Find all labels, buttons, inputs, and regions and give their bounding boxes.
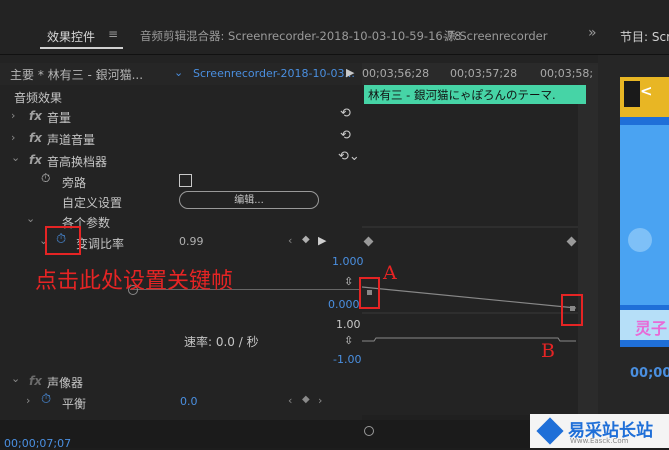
program-monitor: [598, 55, 669, 448]
balance-label: 平衡: [62, 397, 87, 411]
add-keyframe-icon[interactable]: ◆: [302, 394, 310, 405]
tab-effect-controls[interactable]: 效果控件: [47, 28, 95, 45]
collapse-panner-icon[interactable]: ⌄: [11, 372, 20, 385]
reset-icon[interactable]: ⟲: [340, 128, 351, 143]
effect-timeline: [362, 55, 598, 448]
fx-icon[interactable]: fx: [29, 131, 42, 145]
program-overlay-text: 灵子: [635, 319, 668, 338]
master-clip-selector[interactable]: 主要 * 林有三 - 銀河猫...: [10, 66, 143, 83]
velocity-min-label: -1.00: [333, 353, 362, 366]
watermark-url: Www.Easck.Com: [570, 437, 629, 445]
effect-panner[interactable]: 声像器: [47, 374, 83, 391]
timecode-1: 00;03;56;28: [362, 67, 430, 80]
watermark: 易采站长站 Www.Easck.Com: [530, 414, 669, 448]
add-keyframe-icon[interactable]: ◆: [302, 234, 310, 245]
timecode-2: 00;03;57;28: [450, 67, 518, 80]
value-min-label: 0.000: [328, 298, 360, 311]
balance-value[interactable]: 0.0: [180, 395, 198, 408]
reset-dropdown-icon[interactable]: ⟲⌄: [338, 149, 360, 164]
stopwatch-icon[interactable]: ⏱: [41, 171, 50, 186]
next-keyframe-icon[interactable]: ▶: [318, 234, 326, 247]
timeline-audio-clip[interactable]: 林有三 - 銀河猫にゃぽろんのテーマ.: [364, 85, 586, 104]
annotation-box-b: [561, 294, 583, 326]
velocity-label: 速率: 0.0 / 秒: [184, 335, 259, 349]
pitch-ratio-label: 变调比率: [76, 237, 125, 251]
annotation-label-a: A: [383, 262, 397, 284]
annotation-instruction: 点击此处设置关键帧: [35, 269, 234, 294]
effect-volume[interactable]: 音量: [47, 109, 71, 126]
fx-icon[interactable]: fx: [29, 153, 42, 167]
graph-toggle-icon[interactable]: ⇳: [344, 275, 353, 288]
expand-balance-icon[interactable]: ›: [26, 394, 30, 407]
top-strip: [0, 0, 669, 14]
previous-keyframe-icon[interactable]: ‹: [288, 234, 292, 247]
stopwatch-icon[interactable]: ⏱: [41, 392, 51, 407]
tab-source[interactable]: 源:Screenrecorder: [444, 28, 547, 44]
velocity-graph-toggle-icon[interactable]: ⇳: [344, 334, 353, 347]
fx-icon[interactable]: fx: [29, 109, 42, 123]
annotation-box-a: [359, 277, 380, 309]
chevron-down-icon[interactable]: ⌄: [174, 66, 183, 79]
tab-audio-clip-mixer[interactable]: 音频剪辑混合器: Screenrecorder-2018-10-03-10-59…: [140, 28, 461, 44]
expand-channel-volume-icon[interactable]: ›: [11, 131, 15, 144]
chevron-left-icon: <: [640, 82, 653, 100]
tab-menu-icon[interactable]: ≡: [108, 27, 118, 41]
expand-volume-icon[interactable]: ›: [11, 109, 15, 122]
timecode-3: 00;03;58;: [540, 67, 594, 80]
next-keyframe-icon[interactable]: ›: [318, 394, 322, 407]
program-timecode[interactable]: 00;00;: [630, 366, 669, 381]
bypass-checkbox[interactable]: [179, 174, 192, 187]
bypass-label: 旁路: [62, 176, 87, 190]
collapse-params-icon[interactable]: ⌄: [26, 212, 35, 225]
edit-button-label: 编辑...: [234, 195, 264, 206]
effect-channel-volume[interactable]: 声道音量: [47, 131, 95, 148]
fx-icon[interactable]: fx: [29, 374, 42, 388]
annotation-box-stopwatch: [45, 226, 81, 255]
previous-keyframe-icon[interactable]: ‹: [288, 394, 292, 407]
annotation-label-b: B: [541, 340, 555, 362]
edit-button[interactable]: 编辑...: [179, 191, 319, 209]
audio-effects-header: 音频效果: [14, 91, 63, 105]
value-max-label: 1.000: [332, 255, 364, 268]
pitch-ratio-value[interactable]: 0.99: [179, 235, 204, 248]
play-icon[interactable]: ▶: [346, 66, 354, 79]
active-tab-indicator: [40, 47, 123, 49]
effect-pitch-shifter[interactable]: 音高换档器: [47, 153, 107, 170]
current-timecode[interactable]: 00;00;07;07: [4, 437, 71, 450]
tab-overflow-icon[interactable]: »: [588, 25, 597, 41]
velocity-max-label: 1.00: [336, 318, 361, 331]
timeline-zoom-handle[interactable]: [364, 426, 374, 436]
clip-name-link[interactable]: Screenrecorder-2018-10-03...: [193, 67, 355, 80]
watermark-logo-icon: [536, 417, 564, 445]
timeline-clip-label: 林有三 - 銀河猫にゃぽろんのテーマ.: [368, 88, 556, 102]
collapse-pitch-shifter-icon[interactable]: ⌄: [11, 151, 20, 164]
reset-icon[interactable]: ⟲: [340, 106, 351, 121]
custom-setup-label: 自定义设置: [62, 196, 123, 210]
tab-program[interactable]: 节目: Scr: [620, 28, 669, 45]
